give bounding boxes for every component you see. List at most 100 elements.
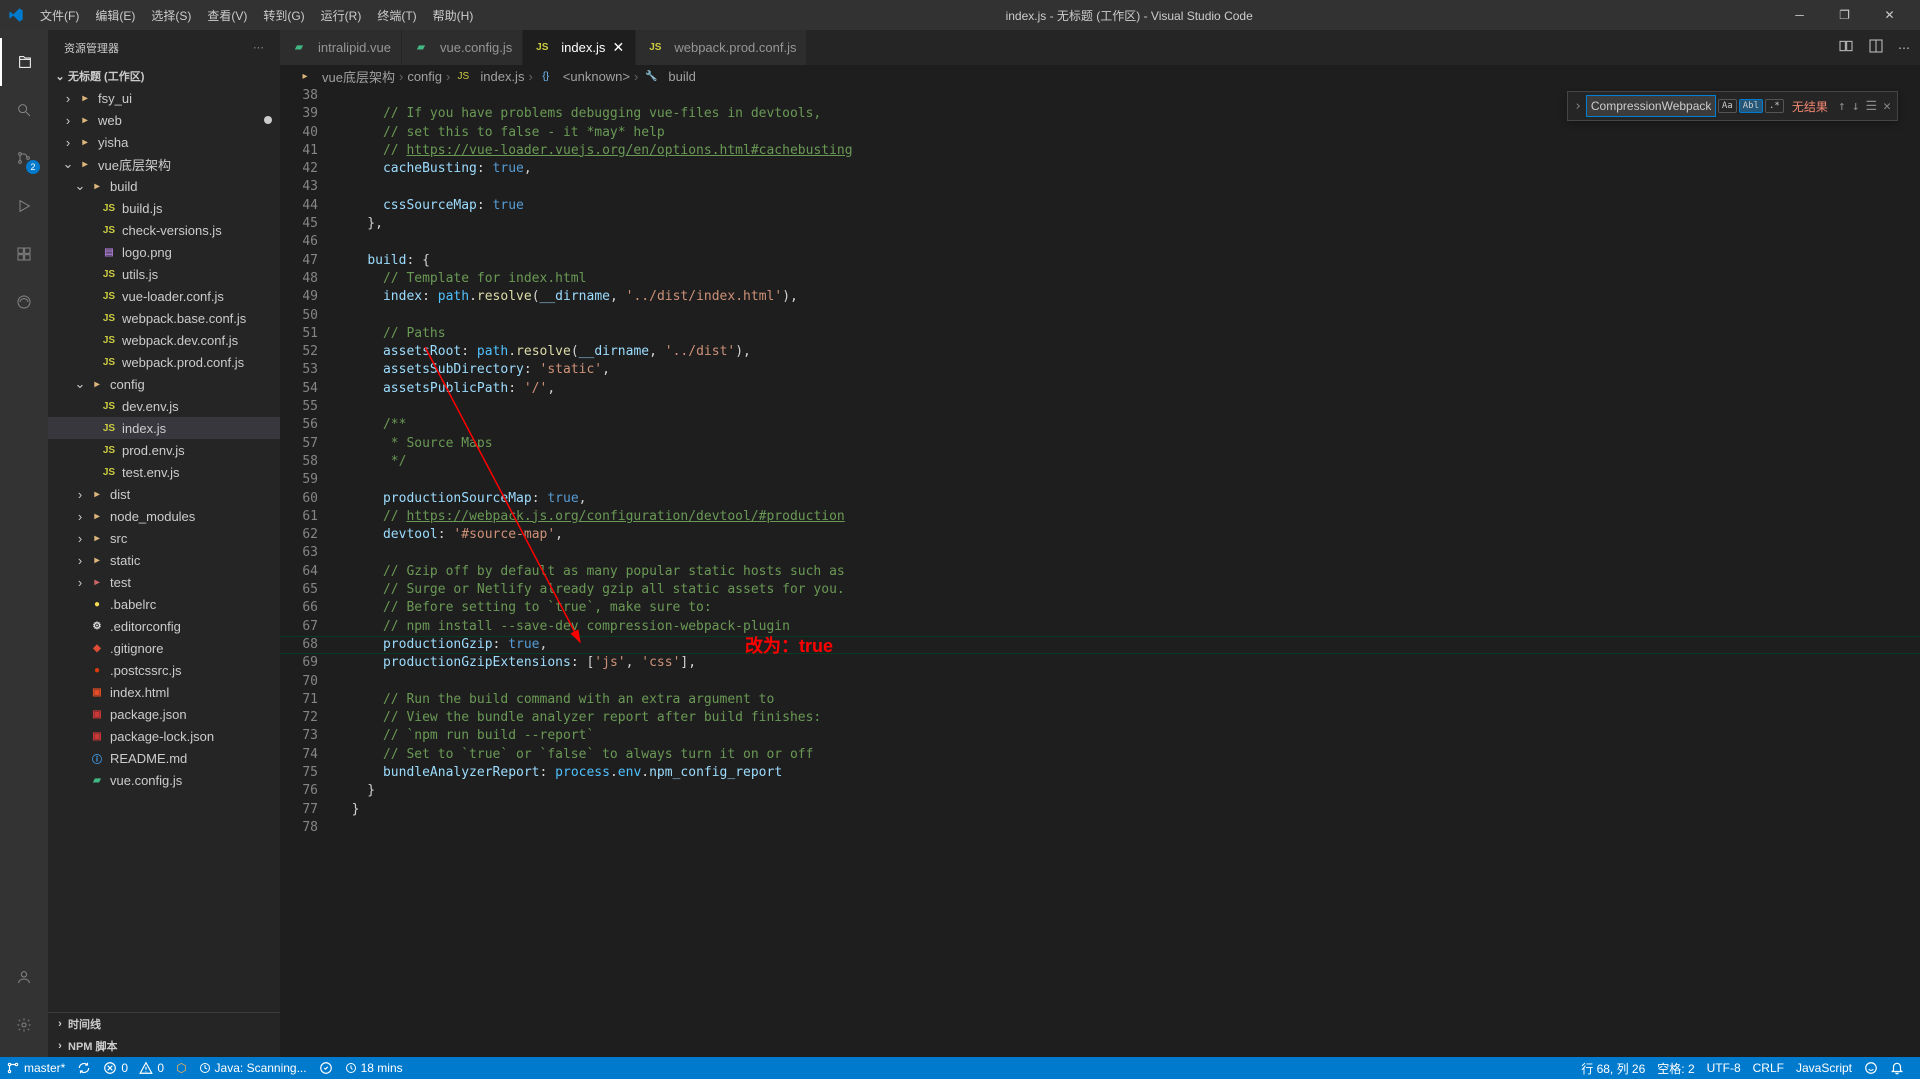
menu-item[interactable]: 编辑(E) [87, 3, 143, 28]
editor-tab[interactable]: ▰vue.config.js [402, 30, 523, 65]
file-item[interactable]: ◆.gitignore [48, 637, 280, 659]
npm-scripts-section[interactable]: ›NPM 脚本 [48, 1035, 280, 1057]
folder-item[interactable]: ›▸yisha [48, 131, 280, 153]
folder-item[interactable]: ›▸dist [48, 483, 280, 505]
close-button[interactable]: ✕ [1867, 0, 1912, 30]
timeline-section[interactable]: ›时间线 [48, 1013, 280, 1035]
folder-item[interactable]: ⌄▸build [48, 175, 280, 197]
explorer-icon[interactable] [0, 38, 48, 86]
file-item[interactable]: JSprod.env.js [48, 439, 280, 461]
source-control-icon[interactable]: 2 [0, 134, 48, 182]
find-expand-icon[interactable]: › [1572, 97, 1584, 116]
status-position[interactable]: 行 68, 列 26 [1575, 1057, 1651, 1079]
menu-item[interactable]: 终端(T) [369, 3, 424, 28]
extensions-icon[interactable] [0, 230, 48, 278]
item-label: fsy_ui [98, 91, 132, 106]
item-label: index.js [122, 421, 166, 436]
status-sync[interactable] [71, 1057, 97, 1079]
file-item[interactable]: ●.babelrc [48, 593, 280, 615]
folder-item[interactable]: ⌄▸config [48, 373, 280, 395]
line-gutter: 3839404142434445464748495051525354555657… [280, 87, 336, 837]
file-item[interactable]: JSindex.js [48, 417, 280, 439]
find-close-icon[interactable]: ✕ [1881, 97, 1893, 116]
status-java[interactable]: Java: Scanning... [193, 1057, 313, 1079]
file-item[interactable]: ▣index.html [48, 681, 280, 703]
editor-tab[interactable]: JSwebpack.prod.conf.js [636, 30, 807, 65]
code-editor[interactable]: 3839404142434445464748495051525354555657… [280, 87, 1920, 1057]
status-eslint[interactable]: ⬡ [170, 1057, 192, 1079]
file-item[interactable]: JScheck-versions.js [48, 219, 280, 241]
more-icon[interactable]: ⋯ [253, 41, 264, 54]
settings-icon[interactable] [0, 1001, 48, 1049]
folder-item[interactable]: ›▸web [48, 109, 280, 131]
editor-tab[interactable]: ▰intralipid.vue [280, 30, 402, 65]
menu-item[interactable]: 运行(R) [313, 3, 370, 28]
status-eol[interactable]: CRLF [1747, 1057, 1790, 1079]
file-item[interactable]: JSvue-loader.conf.js [48, 285, 280, 307]
minimize-button[interactable]: ─ [1777, 0, 1822, 30]
find-regex-toggle[interactable]: .* [1765, 99, 1784, 113]
file-item[interactable]: JSutils.js [48, 263, 280, 285]
status-bell-icon[interactable] [1884, 1057, 1910, 1079]
maximize-button[interactable]: ❐ [1822, 0, 1867, 30]
edge-tools-icon[interactable] [0, 278, 48, 326]
search-icon[interactable] [0, 86, 48, 134]
run-debug-icon[interactable] [0, 182, 48, 230]
item-label: vue底层架构 [98, 155, 171, 174]
accounts-icon[interactable] [0, 953, 48, 1001]
status-prettier[interactable] [313, 1057, 339, 1079]
status-language[interactable]: JavaScript [1790, 1057, 1858, 1079]
tab-more-icon[interactable]: ⋯ [1898, 41, 1910, 55]
file-item[interactable]: ▣package-lock.json [48, 725, 280, 747]
item-label: test [110, 575, 131, 590]
file-item[interactable]: JSwebpack.base.conf.js [48, 307, 280, 329]
status-encoding[interactable]: UTF-8 [1701, 1057, 1747, 1079]
compare-icon[interactable] [1838, 38, 1854, 57]
tab-close-icon[interactable]: ✕ [611, 41, 625, 55]
chevron-icon: › [72, 487, 88, 502]
status-feedback-icon[interactable] [1858, 1057, 1884, 1079]
menu-item[interactable]: 查看(V) [199, 3, 255, 28]
folder-item[interactable]: ›▸fsy_ui [48, 87, 280, 109]
file-item[interactable]: ▰vue.config.js [48, 769, 280, 791]
tab-label: webpack.prod.conf.js [674, 40, 796, 55]
file-item[interactable]: JSdev.env.js [48, 395, 280, 417]
folder-item[interactable]: ›▸node_modules [48, 505, 280, 527]
file-item[interactable]: ⓘREADME.md [48, 747, 280, 769]
status-time[interactable]: 18 mins [339, 1057, 409, 1079]
file-item[interactable]: ▤logo.png [48, 241, 280, 263]
status-spaces[interactable]: 空格: 2 [1651, 1057, 1700, 1079]
menu-item[interactable]: 转到(G) [255, 3, 312, 28]
status-problems[interactable]: 0 0 [97, 1057, 170, 1079]
menu-item[interactable]: 文件(F) [32, 3, 87, 28]
workspace-section-header[interactable]: ⌄ 无标题 (工作区) [48, 65, 280, 87]
menu-item[interactable]: 选择(S) [143, 3, 199, 28]
file-item[interactable]: JSwebpack.prod.conf.js [48, 351, 280, 373]
folder-item[interactable]: ⌄▸vue底层架构 [48, 153, 280, 175]
find-selection-icon[interactable]: ☰ [1864, 97, 1880, 116]
file-item[interactable]: ●.postcssrc.js [48, 659, 280, 681]
item-label: index.html [110, 685, 169, 700]
file-item[interactable]: JSwebpack.dev.conf.js [48, 329, 280, 351]
find-next-icon[interactable]: ↓ [1850, 97, 1862, 116]
vscode-logo-icon [8, 7, 24, 23]
file-item[interactable]: ▣package.json [48, 703, 280, 725]
menu-item[interactable]: 帮助(H) [425, 3, 482, 28]
folder-item[interactable]: ›▸static [48, 549, 280, 571]
status-branch[interactable]: master* [0, 1057, 71, 1079]
js-icon: JS [100, 269, 118, 280]
file-item[interactable]: JStest.env.js [48, 461, 280, 483]
find-input[interactable] [1586, 95, 1716, 117]
file-item[interactable]: ⚙.editorconfig [48, 615, 280, 637]
editor-tab[interactable]: JSindex.js✕ [523, 30, 636, 65]
find-word-toggle[interactable]: Abl [1739, 99, 1763, 113]
find-case-toggle[interactable]: Aa [1718, 99, 1737, 113]
folder-item[interactable]: ›▸src [48, 527, 280, 549]
item-label: README.md [110, 751, 187, 766]
item-label: vue.config.js [110, 773, 182, 788]
file-item[interactable]: JSbuild.js [48, 197, 280, 219]
find-prev-icon[interactable]: ↑ [1836, 97, 1848, 116]
folder-item[interactable]: ›▸test [48, 571, 280, 593]
split-editor-icon[interactable] [1868, 38, 1884, 57]
breadcrumb[interactable]: ▸vue底层架构›config›JSindex.js›{}<unknown>›🔧… [280, 65, 1920, 87]
